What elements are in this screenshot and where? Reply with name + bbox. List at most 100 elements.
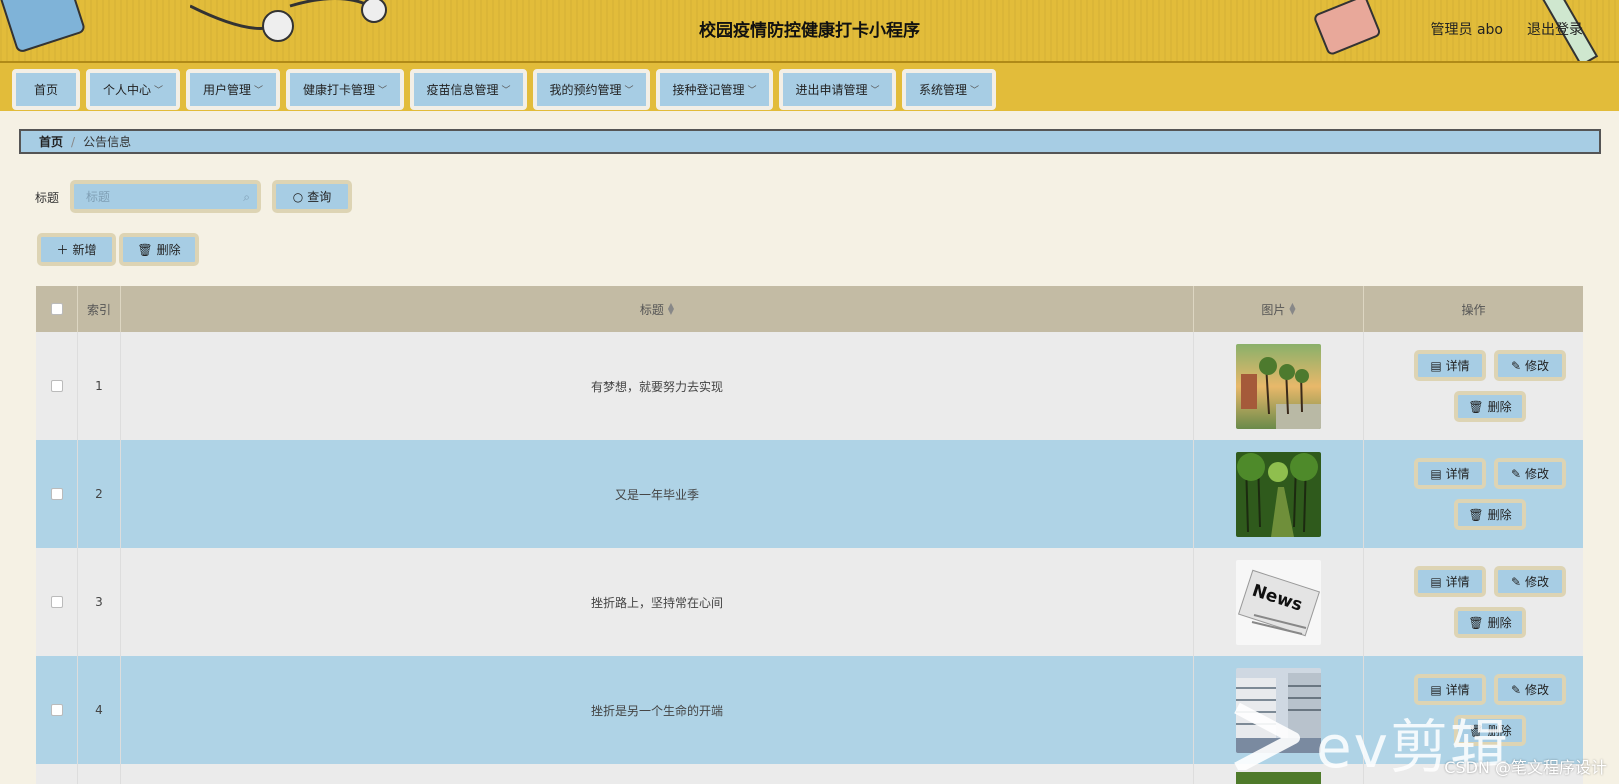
edit-button[interactable]: ✎ 修改	[1494, 458, 1566, 489]
search-field-wrapper: ⌕	[70, 180, 261, 213]
row-title: 挫折是另一个生命的开端	[121, 656, 1194, 764]
delete-button[interactable]: 🗑 删除	[1454, 607, 1526, 638]
document-icon: ▤	[1430, 682, 1442, 697]
detail-button[interactable]: ▤ 详情	[1414, 566, 1486, 597]
chevron-down-icon: ﹀	[501, 86, 511, 96]
nav-personal-center[interactable]: 个人中心 ﹀	[86, 69, 180, 110]
play-logo-icon	[1234, 702, 1300, 770]
row-index: 2	[78, 440, 121, 548]
detail-button-label: 详情	[1445, 575, 1470, 589]
table-row: 2 又是一年毕业季 ▤ 详情 ✎ 修改 🗑 删除	[36, 440, 1583, 548]
row-index: 4	[78, 656, 121, 764]
row-checkbox[interactable]	[50, 704, 63, 716]
row-title: 又是一年毕业季	[121, 440, 1194, 548]
row-image-cell	[1194, 440, 1364, 548]
column-index: 索引	[78, 286, 121, 332]
query-button[interactable]: ○ 查询	[272, 180, 352, 213]
nav-vaccine-info[interactable]: 疫苗信息管理 ﹀	[410, 69, 527, 110]
edit-button-label: 修改	[1525, 683, 1550, 697]
trash-icon: 🗑	[1468, 615, 1484, 630]
chevron-down-icon: ﹀	[254, 86, 264, 96]
breadcrumb-home[interactable]: 首页	[39, 133, 63, 150]
row-index	[78, 764, 121, 784]
delete-button[interactable]: 🗑 删除	[1454, 499, 1526, 530]
nav-system-management[interactable]: 系统管理 ﹀	[902, 69, 996, 110]
edit-button[interactable]: ✎ 修改	[1494, 350, 1566, 381]
row-select-cell	[36, 332, 78, 440]
delete-button[interactable]: 🗑 删除	[1454, 391, 1526, 422]
row-checkbox[interactable]	[50, 596, 63, 608]
current-user: 管理员 abo	[1430, 22, 1503, 38]
chevron-down-icon: ﹀	[970, 86, 980, 96]
column-image[interactable]: 图片 ▲ ▼	[1194, 286, 1364, 332]
pencil-icon: ✎	[1510, 682, 1522, 697]
logout-link[interactable]: 退出登录	[1527, 19, 1583, 39]
edit-button[interactable]: ✎ 修改	[1494, 566, 1566, 597]
search-input[interactable]	[74, 184, 257, 209]
sort-icon: ▲ ▼	[667, 301, 675, 316]
table-header: 索引 标题 ▲ ▼ 图片 ▲ ▼ 操作	[36, 286, 1583, 332]
top-header: 校园疫情防控健康打卡小程序 管理员 abo 退出登录	[0, 0, 1619, 61]
edit-button-label: 修改	[1525, 359, 1550, 373]
column-title-label: 标题	[639, 302, 664, 317]
table-row: 1 有梦想，就要努力去实现 ▤ 详情 ✎ 修改 🗑 删除	[36, 332, 1583, 440]
edit-button-label: 修改	[1525, 575, 1550, 589]
chevron-down-icon: ﹀	[378, 86, 388, 96]
nav-my-appointments[interactable]: 我的预约管理 ﹀	[533, 69, 650, 110]
nav-vaccination-registration[interactable]: 接种登记管理 ﹀	[656, 69, 773, 110]
row-actions-cell: ▤ 详情 ✎ 修改 🗑 删除	[1364, 440, 1583, 548]
detail-button-label: 详情	[1445, 359, 1470, 373]
nav-home[interactable]: 首页	[12, 69, 80, 110]
select-all-cell	[36, 286, 78, 332]
row-select-cell	[36, 656, 78, 764]
row-actions-cell: ▤ 详情 ✎ 修改 🗑 删除	[1364, 332, 1583, 440]
detail-button[interactable]: ▤ 详情	[1414, 458, 1486, 489]
row-title: 挫折路上，坚持常在心间	[121, 548, 1194, 656]
pencil-icon: ✎	[1510, 466, 1522, 481]
chevron-down-icon: ﹀	[624, 86, 634, 96]
row-title: 有梦想，就要努力去实现	[121, 332, 1194, 440]
search-label: 标题	[35, 191, 60, 205]
column-title[interactable]: 标题 ▲ ▼	[121, 286, 1194, 332]
delete-button-label: 删除	[1487, 400, 1512, 414]
detail-button-label: 详情	[1445, 467, 1470, 481]
sort-icon: ▲ ▼	[1289, 301, 1296, 316]
pencil-icon: ✎	[1510, 574, 1522, 589]
nav-label: 我的预约管理	[549, 83, 622, 97]
row-select-cell	[36, 548, 78, 656]
nav-label: 接种登记管理	[672, 83, 745, 97]
detail-button-label: 详情	[1445, 683, 1470, 697]
plus-icon: ＋	[56, 243, 69, 257]
document-icon: ▤	[1430, 466, 1442, 481]
row-checkbox[interactable]	[50, 380, 63, 392]
news-paper-photo: News	[1236, 559, 1321, 645]
select-all-checkbox[interactable]	[50, 303, 63, 315]
nav-user-management[interactable]: 用户管理 ﹀	[186, 69, 280, 110]
column-actions: 操作	[1461, 302, 1486, 317]
delete-button-label: 删除	[1487, 508, 1512, 522]
document-icon: ▤	[1430, 574, 1442, 589]
nav-label: 个人中心	[102, 83, 151, 97]
row-image-cell	[1194, 332, 1364, 440]
batch-delete-button[interactable]: 🗑 删除	[119, 233, 199, 266]
chevron-down-icon: ﹀	[870, 86, 880, 96]
nav-label: 健康打卡管理	[302, 83, 375, 97]
batch-delete-button-label: 删除	[156, 243, 181, 257]
row-checkbox[interactable]	[50, 488, 63, 500]
app-title: 校园疫情防控健康打卡小程序	[699, 21, 920, 41]
column-image-label: 图片	[1261, 302, 1286, 317]
detail-button[interactable]: ▤ 详情	[1414, 350, 1486, 381]
breadcrumb: 首页 / 公告信息	[19, 129, 1601, 154]
tree-path-photo	[1236, 451, 1321, 537]
nav-label: 疫苗信息管理	[426, 83, 499, 97]
nav-entry-exit-requests[interactable]: 进出申请管理 ﹀	[779, 69, 896, 110]
row-index: 1	[78, 332, 121, 440]
delete-button-label: 删除	[1487, 616, 1512, 630]
add-button[interactable]: ＋ 新增	[37, 233, 116, 266]
breadcrumb-current: 公告信息	[83, 135, 132, 149]
campus-street-photo	[1236, 343, 1321, 429]
trash-icon: 🗑	[1468, 399, 1484, 414]
nav-health-checkin[interactable]: 健康打卡管理 ﹀	[286, 69, 404, 110]
query-button-label: 查询	[307, 190, 332, 204]
row-image-cell: News	[1194, 548, 1364, 656]
